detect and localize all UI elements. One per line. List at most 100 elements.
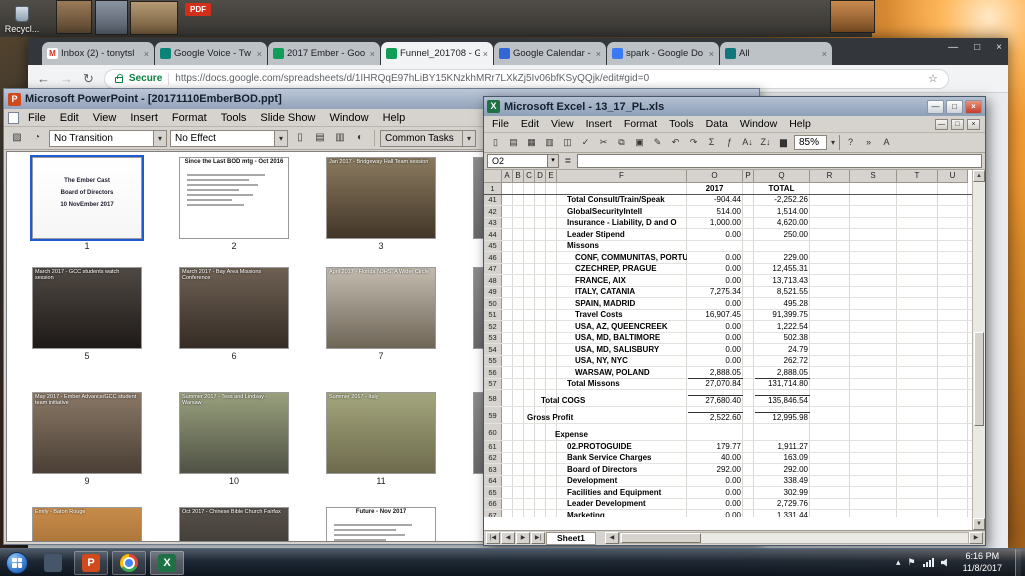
cell-total-value[interactable]: TOTAL xyxy=(755,184,810,193)
table-row[interactable]: 43 Insurance - Liability, D and O 1,000.… xyxy=(484,217,972,229)
transition-dropdown[interactable]: No Transition ▾ xyxy=(49,129,167,147)
sheet-nav-icon[interactable]: |◀ xyxy=(486,532,500,544)
cell-label[interactable]: ITALY, CATANIA xyxy=(513,287,687,296)
sheet-nav-icon[interactable]: ◀ xyxy=(501,532,515,544)
chevron-down-icon[interactable]: ▾ xyxy=(153,130,166,146)
url-text[interactable]: https://docs.google.com/spreadsheets/d/1… xyxy=(175,73,922,84)
table-row[interactable]: 51 Travel Costs 16,907.45 91,399.75 xyxy=(484,309,972,321)
cell-label[interactable]: Insurance - Liability, D and O xyxy=(513,218,687,227)
row-number[interactable]: 60 xyxy=(484,424,502,440)
menu-item[interactable]: Tools xyxy=(663,118,700,130)
cell-2017-value[interactable]: 0.00 xyxy=(688,345,743,354)
cell-2017-value[interactable]: 0.00 xyxy=(688,511,743,518)
sort-ascending-icon[interactable]: A↓ xyxy=(739,135,756,151)
table-row[interactable]: 50 SPAIN, MADRID 0.00 495.28 xyxy=(484,298,972,310)
table-row[interactable]: 55 USA, NY, NYC 0.00 262.72 xyxy=(484,355,972,367)
table-row[interactable]: 49 ITALY, CATANIA 7,275.34 8,521.55 xyxy=(484,286,972,298)
row-number[interactable]: 56 xyxy=(484,367,502,378)
row-number[interactable]: 45 xyxy=(484,240,502,251)
close-icon[interactable]: × xyxy=(965,99,982,114)
row-number[interactable]: 49 xyxy=(484,286,502,297)
cell-total-value[interactable]: 24.79 xyxy=(755,345,810,354)
cell-label[interactable]: Development xyxy=(513,476,687,485)
browser-tab[interactable]: spark - Google Do × xyxy=(607,42,719,65)
scroll-down-icon[interactable]: ▼ xyxy=(973,518,985,530)
volume-icon[interactable] xyxy=(940,558,947,567)
table-row[interactable]: 42 GlobalSecurityIntell 514.00 1,514.00 xyxy=(484,206,972,218)
format-painter-icon[interactable]: ✎ xyxy=(649,135,666,151)
cell-label[interactable]: SPAIN, MADRID xyxy=(513,299,687,308)
column-header[interactable]: P xyxy=(743,170,754,183)
tab-close-icon[interactable]: × xyxy=(709,49,714,59)
print-preview-icon[interactable]: ◫ xyxy=(559,135,576,151)
menu-item[interactable]: Tools xyxy=(214,112,254,124)
row-number[interactable]: 44 xyxy=(484,229,502,240)
cell-total-value[interactable]: 338.49 xyxy=(755,476,810,485)
cell-total-value[interactable]: 12,995.98 xyxy=(755,412,810,422)
cell-label[interactable]: Missons xyxy=(513,241,687,250)
powerpoint[interactable]: P xyxy=(74,550,108,575)
menu-item[interactable]: File xyxy=(21,112,53,124)
help-icon[interactable]: ? xyxy=(842,135,859,151)
cell-total-value[interactable]: 502.38 xyxy=(755,333,810,342)
chart-wizard-icon[interactable]: ▆ xyxy=(775,135,792,151)
cell-label[interactable]: Total COGS xyxy=(513,396,687,405)
row-number[interactable]: 64 xyxy=(484,475,502,486)
more-buttons-icon[interactable]: » xyxy=(860,135,877,151)
column-header[interactable]: S xyxy=(850,170,897,183)
scrollbar-track[interactable] xyxy=(618,532,969,544)
cell-total-value[interactable]: 12,455.31 xyxy=(755,264,810,273)
table-row[interactable]: 45 Missons xyxy=(484,240,972,252)
browser-tab[interactable]: 2017 Ember - Goo × xyxy=(268,42,380,65)
cut-icon[interactable]: ✂ xyxy=(595,135,612,151)
pdf-file-icon[interactable]: PDF xyxy=(185,3,211,16)
redo-icon[interactable]: ↷ xyxy=(685,135,702,151)
cell-2017-value[interactable]: 514.00 xyxy=(688,207,743,216)
hidden-icons-arrow[interactable]: ▴ xyxy=(896,557,901,568)
column-header[interactable]: F xyxy=(557,170,687,183)
undo-icon[interactable]: ↶ xyxy=(667,135,684,151)
row-number[interactable]: 58 xyxy=(484,390,502,406)
browser-tab[interactable]: Google Calendar - × xyxy=(494,42,606,65)
cell-total-value[interactable]: 13,713.43 xyxy=(755,276,810,285)
cell-2017-value[interactable]: 179.77 xyxy=(688,442,743,451)
menu-item[interactable]: File xyxy=(486,118,515,130)
table-row[interactable]: 59 Gross Profit 2,522.60 12,995.98 xyxy=(484,407,972,424)
table-row[interactable]: 47 CZECHREP, PRAGUE 0.00 12,455.31 xyxy=(484,263,972,275)
table-row[interactable]: 44 Leader Stipend 0.00 250.00 xyxy=(484,229,972,241)
cell-2017-value[interactable]: 0.00 xyxy=(688,322,743,331)
row-number[interactable]: 55 xyxy=(484,355,502,366)
rehearse-timings-icon[interactable]: ◔ xyxy=(28,130,46,147)
scrollbar-thumb[interactable] xyxy=(620,533,701,543)
cell-total-value[interactable]: 250.00 xyxy=(755,230,810,239)
cell-2017-value[interactable]: 0.00 xyxy=(688,476,743,485)
menu-item[interactable]: Window xyxy=(322,112,375,124)
new-icon[interactable]: ▯ xyxy=(487,135,504,151)
slide-thumbnail[interactable]: Since the Last BOD mtg - Oct 2016 2 xyxy=(179,157,289,251)
cell-2017-value[interactable]: 2017 xyxy=(688,184,743,193)
cell-2017-value[interactable]: -904.44 xyxy=(688,195,743,204)
cell-total-value[interactable]: 135,846.54 xyxy=(755,395,810,405)
minimize-icon[interactable]: — xyxy=(935,118,948,130)
column-header[interactable]: R xyxy=(810,170,850,183)
table-row[interactable]: 62 Bank Service Charges 40.00 163.09 xyxy=(484,452,972,464)
row-number[interactable]: 65 xyxy=(484,487,502,498)
cell-total-value[interactable]: 91,399.75 xyxy=(755,310,810,319)
browser-tab[interactable]: Funnel_201708 - G × xyxy=(381,42,493,65)
cell-2017-value[interactable]: 27,070.84 xyxy=(688,378,743,388)
row-number[interactable]: 62 xyxy=(484,452,502,463)
table-row[interactable]: 61 02.PROTOGUIDE 179.77 1,911.27 xyxy=(484,441,972,453)
column-header[interactable]: B xyxy=(513,170,524,183)
column-header[interactable]: E xyxy=(546,170,557,183)
restore-icon[interactable]: □ xyxy=(951,118,964,130)
chevron-down-icon[interactable]: ▾ xyxy=(274,130,287,146)
cell-total-value[interactable]: 262.72 xyxy=(755,356,810,365)
row-number[interactable]: 63 xyxy=(484,464,502,475)
cell-label[interactable]: CZECHREP, PRAGUE xyxy=(513,264,687,273)
minimize-icon[interactable]: — xyxy=(948,42,958,53)
maximize-icon[interactable]: □ xyxy=(974,42,980,53)
row-number[interactable]: 51 xyxy=(484,309,502,320)
cell-total-value[interactable]: -2,252.26 xyxy=(755,195,810,204)
cell-label[interactable]: Facilities and Equipment xyxy=(513,488,687,497)
menu-item[interactable]: View xyxy=(86,112,124,124)
